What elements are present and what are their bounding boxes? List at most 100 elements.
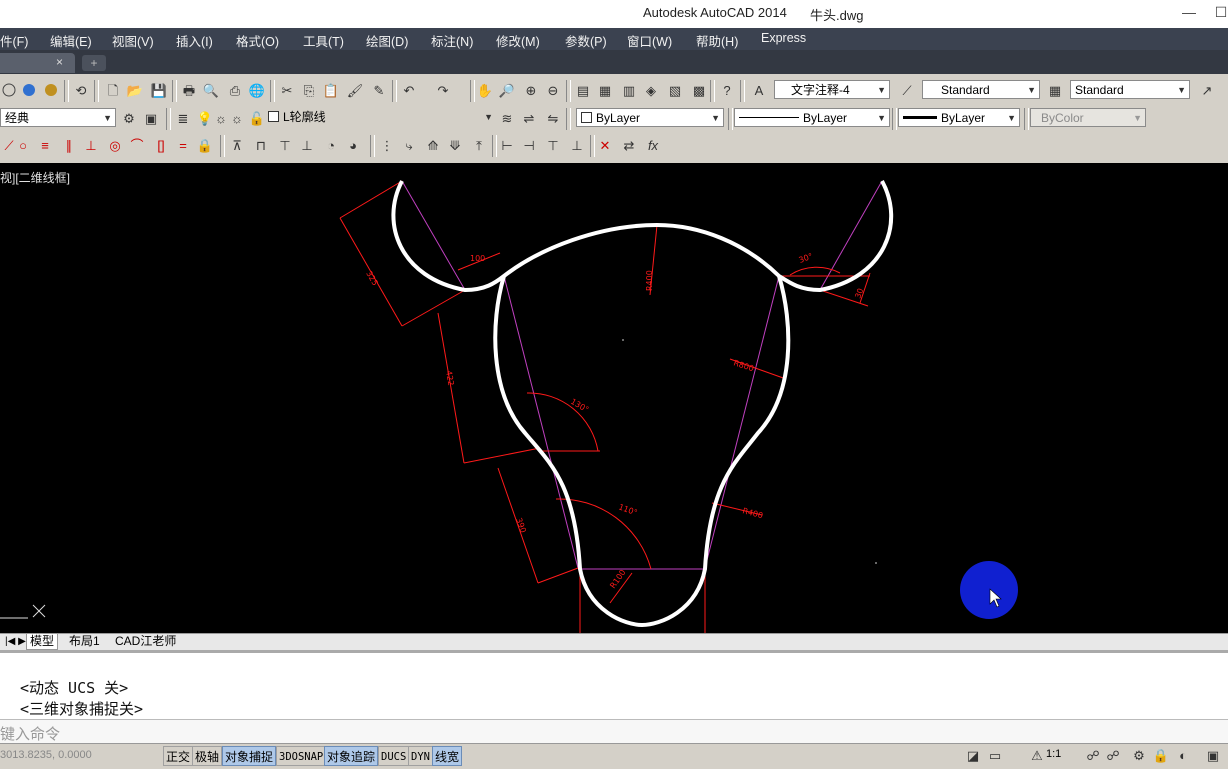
design-center-icon[interactable]: ▦ xyxy=(596,82,614,100)
circle-tan-icon[interactable]: ○ xyxy=(14,137,32,155)
close-tab-icon[interactable]: × xyxy=(56,55,63,69)
toolbar-lock-icon[interactable]: 🔒 xyxy=(1152,747,1170,765)
maximize-button[interactable]: ☐ xyxy=(1208,2,1228,22)
dim-aligned-icon[interactable]: ⊓ xyxy=(252,137,270,155)
menu-express[interactable]: Express xyxy=(761,31,806,45)
dim-angular-icon[interactable]: ◕ xyxy=(344,137,362,155)
dim-radius-icon[interactable]: ◔ xyxy=(322,137,340,155)
make-current-layer-icon[interactable]: ≋ xyxy=(498,110,516,128)
layer-properties-icon[interactable]: ≣ xyxy=(174,110,192,128)
open-file-icon[interactable]: 📂 xyxy=(126,82,144,100)
blue-sphere-icon[interactable] xyxy=(20,82,38,100)
text-style-icon[interactable]: A xyxy=(750,82,768,100)
tab-model[interactable]: 模型 xyxy=(26,634,59,650)
tab-custom[interactable]: CAD江老师 xyxy=(112,634,179,649)
layer-previous-icon[interactable]: ⇌ xyxy=(520,110,538,128)
properties-icon[interactable]: ▤ xyxy=(574,82,592,100)
new-file-icon[interactable]: 🗋 xyxy=(104,82,122,100)
quick-dim-icon[interactable]: ⟰ xyxy=(424,137,442,155)
dim-baseline-icon[interactable]: ⊤ xyxy=(276,137,294,155)
annotation-scale[interactable]: 1:1 xyxy=(1046,748,1061,760)
command-input[interactable]: 键入命令 xyxy=(0,719,1228,744)
menu-modify[interactable]: 修改(M) xyxy=(496,31,540,50)
jog-icon[interactable]: ⤷ xyxy=(400,137,418,155)
toggle-polar[interactable]: 极轴 xyxy=(192,746,223,766)
markup-icon[interactable]: ▧ xyxy=(666,82,684,100)
pan-icon[interactable]: ✋ xyxy=(476,82,494,100)
menu-file[interactable]: 件(F) xyxy=(0,31,28,50)
workspace-settings-icon[interactable]: ⚙ xyxy=(120,110,138,128)
zoom-window-icon[interactable]: ⊕ xyxy=(522,82,540,100)
paste-icon[interactable]: 📋 xyxy=(322,82,340,100)
fx-icon[interactable]: fx xyxy=(644,137,662,155)
menu-draw[interactable]: 绘图(D) xyxy=(366,31,408,50)
print-icon[interactable]: 🖶 xyxy=(180,82,198,100)
dim-style-icon[interactable]: ⟋ xyxy=(898,82,916,100)
model-space-icon[interactable]: ◪ xyxy=(964,747,982,765)
tangent-icon[interactable]: ⌒ xyxy=(128,137,146,155)
redo-icon[interactable]: ↷ xyxy=(434,82,452,100)
fix-lock-icon[interactable]: 🔒 xyxy=(196,137,214,155)
help-icon[interactable]: ? xyxy=(718,82,736,100)
isolate-objects-icon[interactable]: ◐ xyxy=(1174,747,1192,765)
annotation-scale-icon[interactable]: ⚠ xyxy=(1028,747,1046,765)
dim-edit-icon[interactable]: ⟱ xyxy=(446,137,464,155)
new-tab-button[interactable]: + xyxy=(82,55,106,71)
dim-linear-icon[interactable]: ⊼ xyxy=(228,137,246,155)
cut-icon[interactable]: ✂ xyxy=(278,82,296,100)
toggle-dyn[interactable]: DYN xyxy=(408,746,433,766)
layer-state-icon[interactable]: ⇋ xyxy=(544,110,562,128)
dim-continue-icon[interactable]: ⊥ xyxy=(298,137,316,155)
annotation-visibility-icon[interactable]: ☍ xyxy=(1084,747,1102,765)
param-horizontal-icon[interactable]: ⊥ xyxy=(568,137,586,155)
lineweight-select[interactable]: ByLayer ▼ xyxy=(898,108,1020,127)
table-style-select[interactable]: Standard ▼ xyxy=(1070,80,1190,99)
copy-icon[interactable]: ⎘ xyxy=(300,82,318,100)
param-aligned-icon[interactable]: ⊣ xyxy=(520,137,538,155)
toolbar-lock-icon[interactable]: ▣ xyxy=(142,110,160,128)
tab-layout1[interactable]: 布局1 xyxy=(66,634,103,649)
publish-icon[interactable]: ⎙ xyxy=(226,82,244,100)
linetype-select[interactable]: ByLayer ▼ xyxy=(734,108,890,127)
text-style-select[interactable]: 文字注释-4 ▼ xyxy=(774,80,890,99)
block-editor-icon[interactable]: ✎ xyxy=(370,82,388,100)
sheet-set-icon[interactable]: ◈ xyxy=(642,82,660,100)
param-vertical-icon[interactable]: ⊤ xyxy=(544,137,562,155)
undo-icon[interactable]: ↶ xyxy=(400,82,418,100)
layer-select[interactable]: L轮廓线 ▼ xyxy=(264,108,496,127)
match-properties-icon[interactable]: 🖌 xyxy=(346,82,364,100)
toggle-ortho[interactable]: 正交 xyxy=(163,746,194,766)
perpendicular-icon[interactable]: ⊥ xyxy=(82,137,100,155)
menu-insert[interactable]: 插入(I) xyxy=(176,31,213,50)
symmetric-icon[interactable]: [] xyxy=(152,137,170,155)
dim-text-edit-icon[interactable]: ⤒ xyxy=(470,137,488,155)
table-style-icon[interactable]: ▦ xyxy=(1046,82,1064,100)
render-sphere-icon[interactable] xyxy=(0,82,18,100)
param-linear-icon[interactable]: ⊢ xyxy=(498,137,516,155)
toggle-3dosnap[interactable]: 3DOSNAP xyxy=(276,746,327,766)
drawing-canvas[interactable]: 视][二维线框] 100 325 422 390 130° 110° R800 … xyxy=(0,163,1228,633)
publish-web-icon[interactable]: 🌐 xyxy=(248,82,266,100)
concentric-icon[interactable]: ◎ xyxy=(106,137,124,155)
minimize-button[interactable]: — xyxy=(1176,2,1202,22)
tool-palettes-icon[interactable]: ▥ xyxy=(620,82,638,100)
zoom-realtime-icon[interactable]: 🔎 xyxy=(498,82,516,100)
convert-icon[interactable]: ⇄ xyxy=(620,137,638,155)
dim-style-select[interactable]: Standard ▼ xyxy=(922,80,1040,99)
zoom-previous-icon[interactable]: ⊖ xyxy=(544,82,562,100)
delete-constraints-icon[interactable]: ✕ xyxy=(596,137,614,155)
calculator-icon[interactable]: ▩ xyxy=(690,82,708,100)
auto-scale-icon[interactable]: ☍ xyxy=(1104,747,1122,765)
quick-view-icon[interactable]: ▭ xyxy=(986,747,1004,765)
multileader-style-icon[interactable]: ↗ xyxy=(1198,82,1216,100)
menu-format[interactable]: 格式(O) xyxy=(236,31,279,50)
workspace-switch-icon[interactable]: ⚙ xyxy=(1130,747,1148,765)
workspace-select[interactable]: 经典 ▼ xyxy=(0,108,116,127)
menu-window[interactable]: 窗口(W) xyxy=(627,31,672,50)
toggle-lineweight[interactable]: 线宽 xyxy=(432,746,463,766)
menu-help[interactable]: 帮助(H) xyxy=(696,31,738,50)
save-icon[interactable]: 💾 xyxy=(150,82,168,100)
menu-parametric[interactable]: 参数(P) xyxy=(565,31,607,50)
parallel-icon[interactable]: ∥ xyxy=(60,137,78,155)
equal-icon[interactable]: = xyxy=(174,137,192,155)
